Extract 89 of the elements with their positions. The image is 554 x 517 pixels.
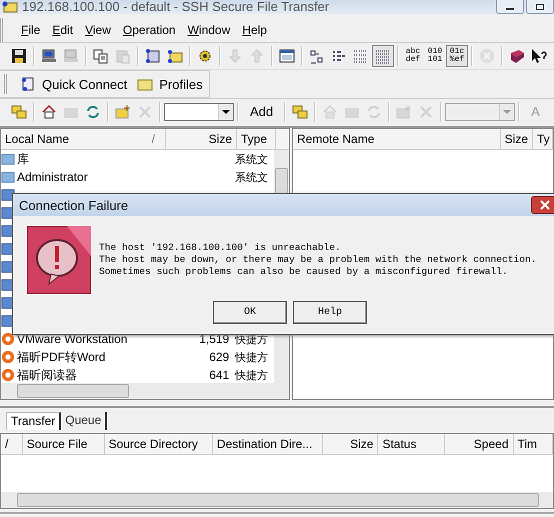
column-header[interactable]: Local Name / xyxy=(1,129,166,149)
maximize-button[interactable] xyxy=(526,0,554,14)
dialog-title: Connection Failure xyxy=(18,198,128,212)
folders-icon xyxy=(292,104,308,120)
down-arrow-icon xyxy=(227,48,243,64)
app-icon xyxy=(2,1,18,13)
toolbar-button[interactable]: 010 101 xyxy=(424,45,446,67)
column-header[interactable]: Source Directory xyxy=(104,434,213,454)
menu-item[interactable]: Window xyxy=(182,23,236,37)
menu-item[interactable]: Edit xyxy=(46,23,80,37)
details-view-icon xyxy=(353,48,369,64)
toolbar-button[interactable]: Profiles xyxy=(137,73,203,95)
column-header[interactable]: Size xyxy=(166,129,237,149)
horizontal-scrollbar[interactable] xyxy=(1,492,553,508)
new-folder-icon xyxy=(115,104,131,120)
file-size: 641 xyxy=(208,368,230,382)
up-arrow-icon xyxy=(249,48,265,64)
folder-icon xyxy=(1,170,15,184)
column-header[interactable]: / xyxy=(1,434,23,454)
paste-icon xyxy=(115,48,131,64)
error-message: The host may be down, or there may be a problem with the network connection. xyxy=(99,254,537,266)
document-icon xyxy=(145,48,161,64)
stop-icon xyxy=(479,48,495,64)
column-header[interactable]: Ty xyxy=(533,129,553,149)
dropdown-arrow-icon xyxy=(222,110,230,114)
column-header[interactable]: Destination Dire... xyxy=(212,434,324,454)
column-header[interactable]: Type xyxy=(237,129,276,149)
dialog-button[interactable]: Help xyxy=(293,301,367,324)
error-message: Sometimes such problems can also be caused by a misconfigured firewall. xyxy=(99,266,509,278)
menu-item[interactable]: File xyxy=(15,23,46,37)
file-type: 快捷方 xyxy=(234,368,270,382)
file-name[interactable]: 福昕PDF转Word xyxy=(17,348,162,366)
toolbar-button[interactable]: Quick Connect xyxy=(20,73,128,95)
dropdown-arrow-icon xyxy=(503,110,512,114)
small-icons-view-icon xyxy=(309,48,325,64)
file-type: 系统文 xyxy=(234,152,270,166)
column-header[interactable]: Remote Name xyxy=(293,129,501,149)
file-size: 629 xyxy=(208,350,230,364)
file-type: 系统文 xyxy=(234,170,270,184)
computer-icon xyxy=(41,48,57,64)
folder-icon xyxy=(167,48,183,64)
column-header[interactable]: Status xyxy=(378,434,444,454)
error-message: The host '192.168.100.100' is unreachable. xyxy=(99,242,342,254)
menu-item[interactable]: Operation xyxy=(116,23,182,37)
new-folder-icon xyxy=(396,104,412,120)
column-header[interactable]: Source File xyxy=(22,434,105,454)
close-button[interactable] xyxy=(531,196,554,214)
toolbar-button[interactable]: 01c %ef xyxy=(446,45,468,67)
delete-icon xyxy=(418,104,434,120)
toolbar-button[interactable]: abc def xyxy=(402,45,424,67)
toolbar-button[interactable] xyxy=(372,45,394,67)
file-name[interactable]: VMware Workstation xyxy=(17,332,162,346)
file-size: 1,519 xyxy=(198,332,230,346)
file-name[interactable]: Administrator xyxy=(17,170,162,184)
refresh-icon xyxy=(366,104,382,120)
tab[interactable]: Transfer xyxy=(6,412,62,430)
column-header[interactable]: Size xyxy=(501,129,533,149)
refresh-icon xyxy=(85,104,101,120)
folder-icon xyxy=(1,152,15,166)
file-type: 快捷方 xyxy=(234,350,270,364)
tab[interactable]: Queue xyxy=(61,412,108,430)
column-header[interactable]: Size xyxy=(323,434,378,454)
home-icon xyxy=(322,104,338,120)
copy-icon xyxy=(93,48,109,64)
add-button[interactable]: Add xyxy=(242,100,282,122)
file-name[interactable]: 福昕阅读器 xyxy=(17,366,162,383)
error-icon xyxy=(27,226,91,294)
minimize-button[interactable] xyxy=(496,0,524,14)
folders-icon xyxy=(11,104,27,120)
computer-icon xyxy=(63,48,79,64)
maximize-icon xyxy=(535,2,545,10)
file-name[interactable]: 库 xyxy=(17,150,162,168)
window-title: 192.168.100.100 - default - SSH Secure File Transfer xyxy=(22,0,330,14)
window-icon xyxy=(279,48,295,64)
grid-view-icon xyxy=(375,48,391,64)
path-dropdown[interactable] xyxy=(164,102,234,120)
home-icon xyxy=(41,104,57,120)
gear-icon xyxy=(197,48,213,64)
menu-item[interactable]: View xyxy=(79,23,117,37)
menu-item[interactable]: Help xyxy=(236,23,273,37)
column-header[interactable]: Speed xyxy=(444,434,514,454)
horizontal-scrollbar[interactable] xyxy=(1,383,289,399)
dialog-button[interactable]: OK xyxy=(213,301,287,324)
document-icon xyxy=(20,76,36,92)
column-header[interactable]: Tim xyxy=(514,434,553,454)
file-icon xyxy=(1,188,15,202)
close-icon xyxy=(540,200,550,210)
help-cursor-icon xyxy=(531,48,547,64)
delete-icon xyxy=(137,104,153,120)
